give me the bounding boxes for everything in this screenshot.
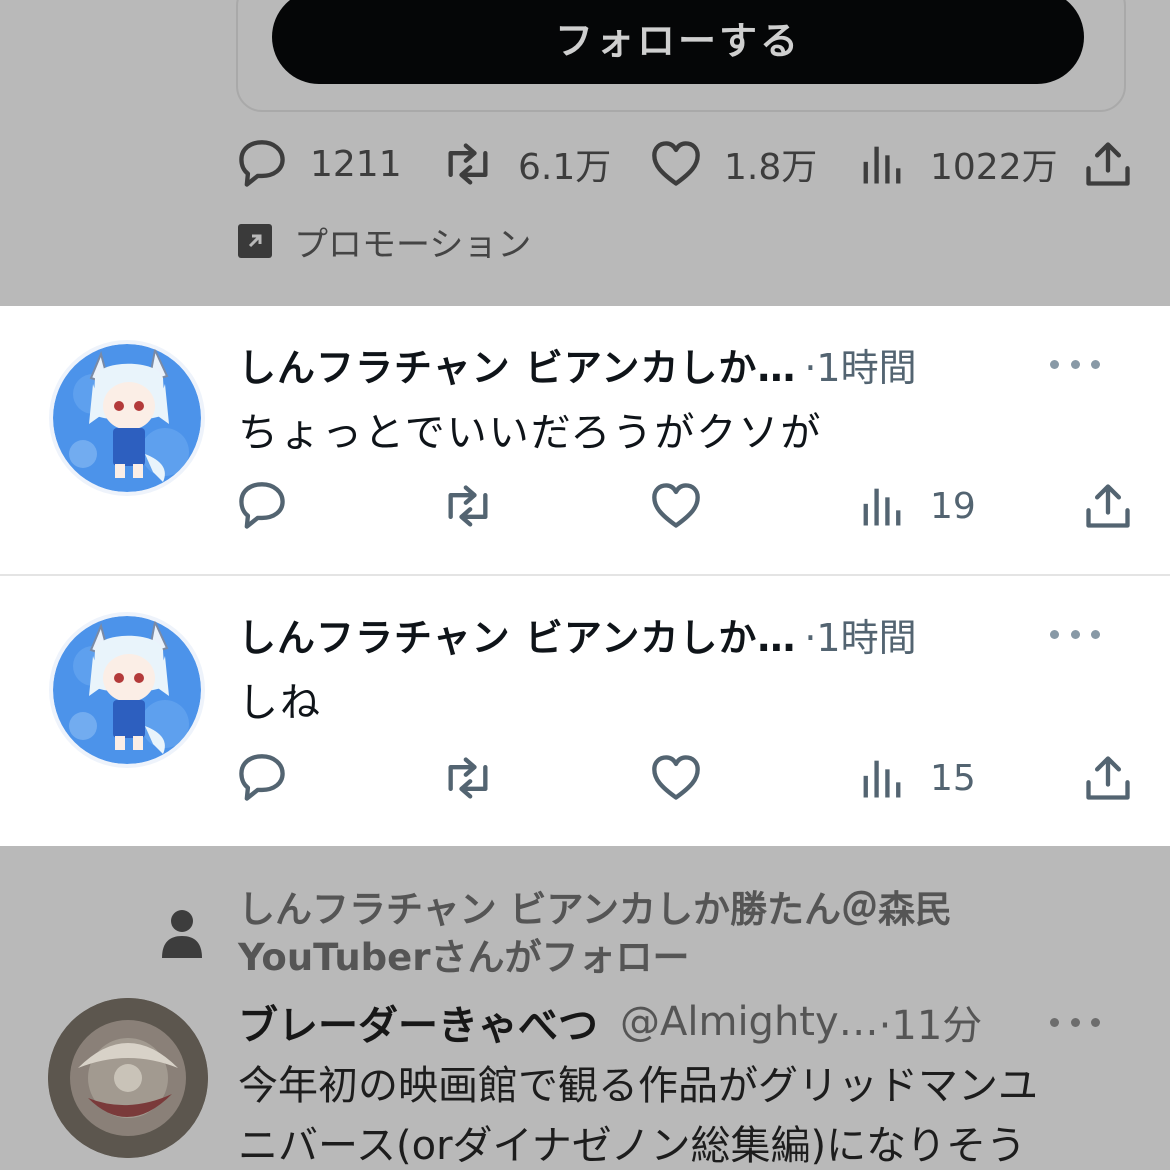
tweet-text: しね (238, 680, 322, 726)
views-button[interactable]: 19 (856, 478, 976, 534)
avatar[interactable] (48, 998, 208, 1158)
avatar[interactable] (53, 344, 201, 492)
like-count: 1.8万 (724, 147, 818, 188)
retweet-icon (440, 480, 496, 532)
like-icon (650, 480, 702, 532)
avatar[interactable] (53, 616, 201, 764)
retweet-icon (440, 752, 496, 804)
like-button[interactable] (650, 478, 702, 534)
reply-icon (236, 480, 288, 532)
promoted-tweet: フォローする 1211 6.1万 1.8万 1022万 プロモーション (0, 0, 1170, 306)
tweet-text: 今年初の映画館で観る作品がグリッドマンユ ニバース(orダイナゼノン総集編)にな… (238, 1056, 1138, 1170)
like-icon (650, 752, 702, 804)
reply-button[interactable] (236, 478, 288, 534)
promo-action-bar: 1211 6.1万 1.8万 1022万 (236, 136, 1136, 192)
follow-context[interactable]: しんフラチャン ビアンカしか勝たん＠森民 YouTuberさんがフォロー (238, 886, 952, 982)
follow-button[interactable]: フォローする (272, 0, 1084, 84)
display-name[interactable]: しんフラチャン ビアンカしか… (238, 337, 796, 392)
share-button[interactable] (1082, 478, 1134, 534)
more-options-icon[interactable] (1050, 1012, 1100, 1032)
views-count: 1022万 (930, 147, 1058, 188)
follow-context-line1: しんフラチャン ビアンカしか勝たん＠森民 (238, 888, 953, 931)
views-icon (863, 760, 901, 798)
retweet-button[interactable] (440, 478, 496, 534)
more-options-icon[interactable] (1050, 624, 1100, 644)
reply-button[interactable]: 1211 (236, 136, 402, 192)
views-button[interactable]: 1022万 (856, 136, 1058, 192)
person-icon (162, 910, 202, 958)
reply-tweet[interactable]: しんフラチャン ビアンカしか… ·1時間 しね 15 (0, 576, 1170, 846)
promoted-label[interactable]: プロモーション (238, 215, 531, 267)
timestamp[interactable]: ·1時間 (804, 337, 916, 392)
share-icon (1082, 480, 1134, 532)
display-name[interactable]: しんフラチャン ビアンカしか… (238, 607, 796, 662)
tweet-header: しんフラチャン ビアンカしか… ·1時間 (238, 334, 917, 394)
share-icon (1082, 752, 1134, 804)
retweet-count: 6.1万 (518, 147, 612, 188)
views-icon (863, 146, 901, 184)
tweet-text-line1: 今年初の映画館で観る作品がグリッドマンユ (238, 1063, 1038, 1109)
user-handle[interactable]: @Almighty… (620, 999, 879, 1045)
more-options-icon[interactable] (1050, 354, 1100, 374)
tweet-header: しんフラチャン ビアンカしか… ·1時間 (238, 604, 917, 664)
reply-button[interactable] (236, 750, 288, 806)
follow-context-line2: YouTuberさんがフォロー (238, 936, 690, 979)
retweet-button[interactable] (440, 750, 496, 806)
tweet-header: ブレーダーきゃべつ @Almighty… ·11分 (238, 992, 982, 1052)
like-icon (650, 138, 702, 190)
reply-count: 1211 (310, 143, 402, 185)
display-name[interactable]: ブレーダーきゃべつ (238, 993, 598, 1051)
promoted-label-text: プロモーション (294, 224, 532, 265)
share-icon (1082, 138, 1134, 190)
timestamp[interactable]: ·11分 (879, 993, 983, 1051)
next-tweet: しんフラチャン ビアンカしか勝たん＠森民 YouTuberさんがフォロー ブレー… (0, 846, 1170, 1170)
tweet-text-line2: ニバース(orダイナゼノン総集編)になりそう (238, 1123, 1027, 1169)
views-button[interactable]: 15 (856, 750, 976, 806)
reply-icon (236, 752, 288, 804)
like-button[interactable]: 1.8万 (650, 136, 817, 192)
tweet-text: ちょっとでいいだろうがクソが (238, 410, 823, 456)
views-icon (863, 488, 901, 526)
promoted-arrow-icon (238, 224, 272, 258)
retweet-button[interactable]: 6.1万 (440, 136, 611, 192)
share-button[interactable] (1082, 136, 1134, 192)
reply-tweet[interactable]: しんフラチャン ビアンカしか… ·1時間 ちょっとでいいだろうがクソが 19 (0, 306, 1170, 576)
reply-icon (236, 138, 288, 190)
like-button[interactable] (650, 750, 702, 806)
views-count: 19 (930, 485, 976, 527)
views-count: 15 (930, 757, 976, 799)
retweet-icon (440, 138, 496, 190)
timestamp[interactable]: ·1時間 (804, 607, 916, 662)
share-button[interactable] (1082, 750, 1134, 806)
